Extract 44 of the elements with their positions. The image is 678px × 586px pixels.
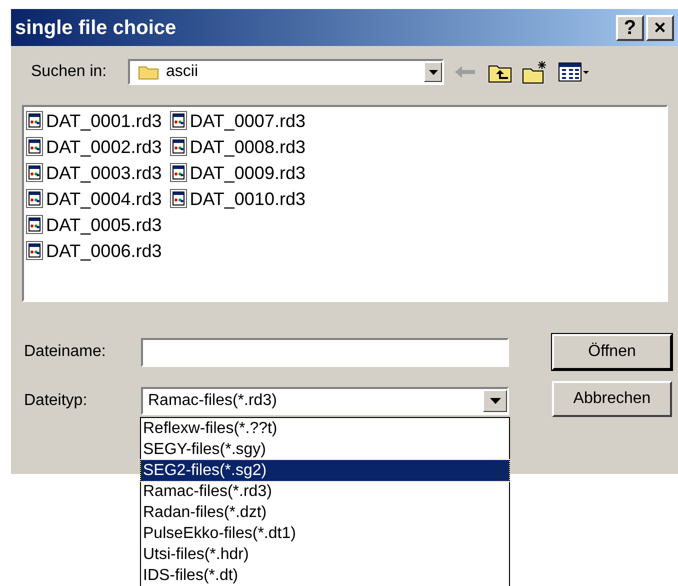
- file-item[interactable]: DAT_0001.rd3: [46, 108, 162, 134]
- filetype-option[interactable]: SEG2-files(*.sg2): [141, 460, 509, 481]
- file-item[interactable]: DAT_0009.rd3: [190, 160, 306, 186]
- file-icon: [26, 241, 44, 261]
- filetype-option[interactable]: Reflexw-files(*.??t): [141, 418, 509, 439]
- open-button[interactable]: Öffnen: [552, 334, 672, 370]
- filetype-option[interactable]: IDS-files(*.dt): [141, 565, 509, 586]
- file-icon: [26, 163, 44, 183]
- file-item[interactable]: DAT_0008.rd3: [190, 134, 306, 160]
- file-item[interactable]: DAT_0010.rd3: [190, 186, 306, 212]
- view-menu-icon[interactable]: [558, 62, 590, 82]
- window-title: single file choice: [15, 16, 176, 40]
- file-item[interactable]: DAT_0007.rd3: [190, 108, 306, 134]
- file-icon: [170, 137, 188, 157]
- filetype-option[interactable]: Ramac-files(*.rd3): [141, 481, 509, 502]
- filetype-label: Dateityp:: [24, 391, 88, 411]
- filename-field[interactable]: [141, 338, 509, 366]
- filetype-option[interactable]: PulseEkko-files(*.dt1): [141, 523, 509, 544]
- file-icon: [170, 189, 188, 209]
- file-item[interactable]: DAT_0004.rd3: [46, 186, 162, 212]
- filetype-option[interactable]: Utsi-files(*.hdr): [141, 544, 509, 565]
- file-icon: [26, 137, 44, 157]
- file-item[interactable]: DAT_0003.rd3: [46, 160, 162, 186]
- look-in-label: Suchen in:: [31, 62, 108, 82]
- look-in-dropdown[interactable]: ascii: [128, 59, 444, 85]
- file-item[interactable]: DAT_0002.rd3: [46, 134, 162, 160]
- cancel-button[interactable]: Abbrechen: [552, 381, 672, 417]
- file-icon: [26, 111, 44, 131]
- filename-label: Dateiname:: [24, 342, 107, 362]
- look-in-value: ascii: [166, 62, 200, 82]
- file-icon: [170, 111, 188, 131]
- file-icon: [26, 215, 44, 235]
- filetype-value: Ramac-files(*.rd3): [148, 391, 278, 411]
- filetype-dropdown[interactable]: Ramac-files(*.rd3): [141, 387, 509, 415]
- file-item[interactable]: DAT_0006.rd3: [46, 238, 162, 264]
- filetype-option[interactable]: Radan-files(*.dzt): [141, 502, 509, 523]
- title-bar-button[interactable]: ?: [616, 14, 644, 40]
- filetype-option[interactable]: SEGY-files(*.sgy): [141, 439, 509, 460]
- file-icon: [170, 163, 188, 183]
- new-folder-icon[interactable]: [522, 60, 548, 84]
- file-icon: [26, 189, 44, 209]
- folder-icon: [138, 64, 160, 80]
- file-item[interactable]: DAT_0005.rd3: [46, 212, 162, 238]
- title-bar-button[interactable]: ×: [646, 14, 674, 40]
